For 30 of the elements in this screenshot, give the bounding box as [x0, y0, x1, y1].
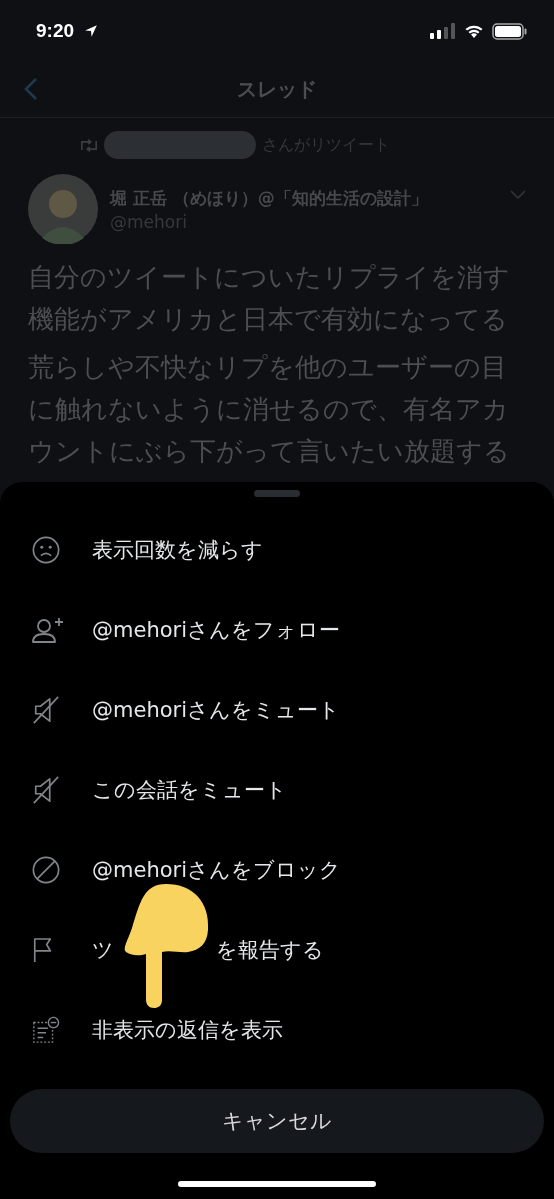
signal-icon — [430, 23, 456, 39]
sheet-handle[interactable] — [254, 490, 300, 497]
retweet-icon — [80, 138, 98, 152]
author-name: 堀 正岳 （めほり）@「知的生活の設計」 — [110, 186, 429, 210]
mute-icon — [32, 696, 60, 724]
menu-item[interactable]: この会話をミュート — [92, 776, 287, 804]
cancel-button[interactable]: キャンセル — [10, 1089, 544, 1153]
menu-item[interactable]: 表示回数を減らす — [92, 536, 263, 564]
flag-icon — [32, 937, 54, 963]
block-icon — [32, 856, 60, 884]
hidden-replies-icon — [32, 1016, 60, 1044]
mute-icon — [32, 776, 60, 804]
menu-item[interactable]: @mehoriさんをブロック — [92, 856, 341, 884]
nav-title: スレッド — [237, 76, 317, 103]
menu-item[interactable]: を報告する — [216, 936, 324, 964]
frown-icon — [32, 536, 60, 564]
status-time: 9:20 — [36, 20, 75, 42]
tweet-text: 自分のツイートについたリプライを消す機能がアメリカと日本で有効になってる — [28, 261, 511, 336]
battery-icon — [492, 22, 528, 40]
avatar[interactable] — [28, 174, 98, 244]
menu-item[interactable]: @mehoriさんをミュート — [92, 696, 340, 724]
tweet-text: 荒らしや不快なリプを他のユーザーの目に触れないように消せるので、有名アカウントにぶら下がって言いたい放題する — [28, 351, 511, 468]
menu-item[interactable]: @mehoriさんをフォロー — [92, 616, 340, 644]
location-arrow-icon — [84, 24, 99, 38]
chevron-down-icon[interactable] — [510, 190, 526, 200]
back-icon[interactable] — [24, 77, 38, 101]
wifi-icon — [464, 23, 484, 39]
follow-icon — [32, 617, 64, 643]
menu-item[interactable]: 非表示の返信を表示 — [92, 1016, 283, 1044]
menu-item[interactable]: ツ — [92, 936, 114, 964]
